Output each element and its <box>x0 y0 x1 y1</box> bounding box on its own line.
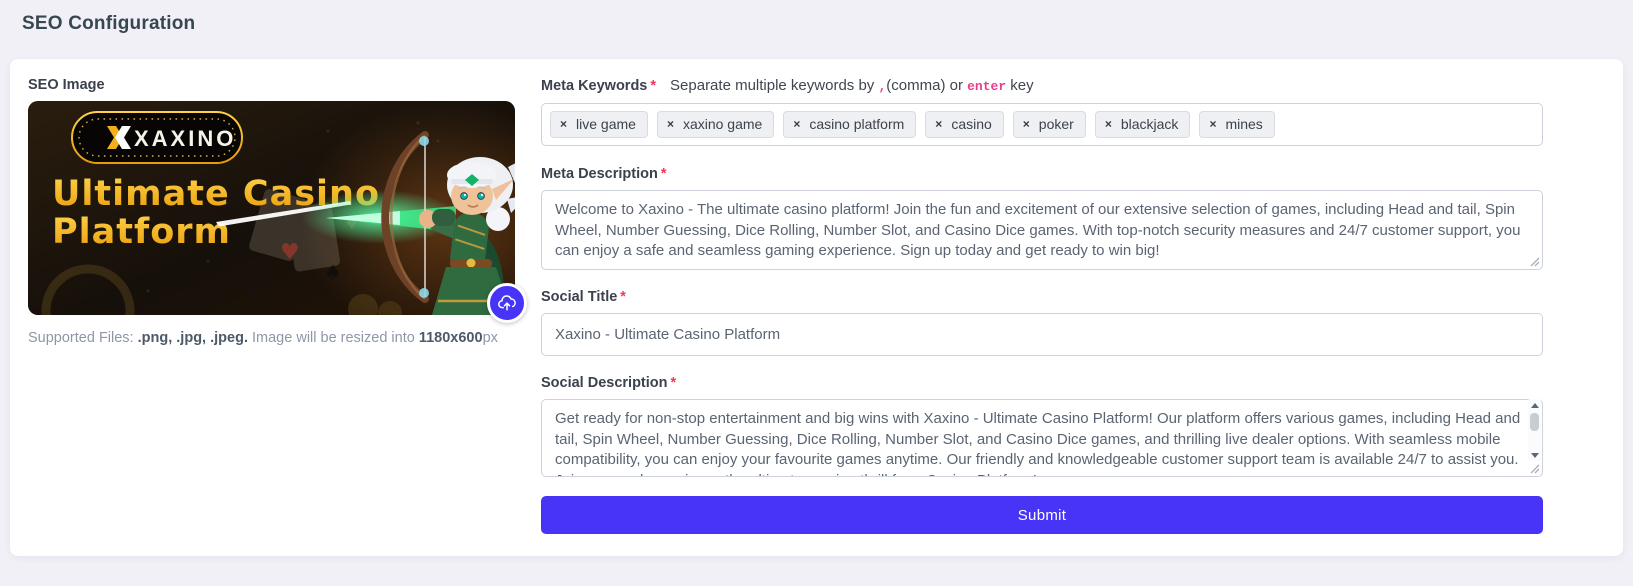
keyword-tag-label: casino <box>951 116 991 132</box>
seo-image-column: SEO Image <box>28 77 515 534</box>
keyword-tag[interactable]: × live game <box>550 111 648 138</box>
help-size: 1180x600 <box>419 330 483 346</box>
keyword-tag[interactable]: × casino platform <box>783 111 916 138</box>
hint-mid: (comma) or <box>886 77 967 94</box>
social-description-scrollbar[interactable] <box>1528 399 1541 461</box>
upload-image-button[interactable] <box>487 283 527 323</box>
keyword-tag-label: casino platform <box>809 116 904 132</box>
submit-button[interactable]: Submit <box>541 496 1543 534</box>
keyword-tag-label: poker <box>1039 116 1074 132</box>
seo-configuration-card: SEO Image <box>10 59 1623 556</box>
seo-image-preview: ♥ ♠ ♠ ♥ XAXINO <box>28 101 515 315</box>
help-prefix: Supported Files: <box>28 330 138 346</box>
banner-logo-text: XAXINO <box>134 126 236 151</box>
scroll-down-button[interactable] <box>1528 449 1541 461</box>
remove-tag-icon[interactable]: × <box>935 118 942 130</box>
meta-keywords-field[interactable]: × live game × xaxino game × casino platform × c… <box>541 103 1543 146</box>
svg-text:♠: ♠ <box>324 260 342 284</box>
keyword-tag[interactable]: × xaxino game <box>657 111 774 138</box>
resize-grip-icon[interactable] <box>1529 463 1540 474</box>
svg-text:♠: ♠ <box>246 282 261 302</box>
casino-banner-image: ♥ ♠ ♠ ♥ XAXINO <box>28 101 515 315</box>
triangle-down-icon <box>1531 453 1539 458</box>
social-description-label: Social Description* <box>541 375 1543 391</box>
required-asterisk: * <box>671 375 677 391</box>
social-description-input[interactable]: Get ready for non-stop entertainment and… <box>541 399 1543 477</box>
hint-prefix: Separate multiple keywords by <box>670 77 878 94</box>
seo-image-label: SEO Image <box>28 77 515 93</box>
triangle-up-icon <box>1531 403 1539 408</box>
meta-description-label-text: Meta Description <box>541 166 658 182</box>
cloud-upload-icon <box>497 293 517 313</box>
remove-tag-icon[interactable]: × <box>1209 118 1216 130</box>
help-file-types: .png, .jpg, .jpeg. <box>138 330 248 346</box>
help-suffix: px <box>483 330 498 346</box>
seo-form: Meta Keywords* Separate multiple keyword… <box>541 77 1543 534</box>
meta-description-label: Meta Description* <box>541 166 1543 182</box>
supported-files-help: Supported Files: .png, .jpg, .jpeg. Imag… <box>28 329 515 349</box>
required-asterisk: * <box>650 78 656 94</box>
remove-tag-icon[interactable]: × <box>1105 118 1112 130</box>
remove-tag-icon[interactable]: × <box>667 118 674 130</box>
remove-tag-icon[interactable]: × <box>1023 118 1030 130</box>
keyword-tag-label: blackjack <box>1121 116 1179 132</box>
meta-description-input[interactable]: Welcome to Xaxino - The ultimate casino … <box>541 190 1543 270</box>
meta-keywords-label-text: Meta Keywords <box>541 78 647 94</box>
remove-tag-icon[interactable]: × <box>560 118 567 130</box>
resize-grip-icon[interactable] <box>1529 256 1540 267</box>
banner-logo: XAXINO <box>72 112 242 163</box>
hint-suffix: key <box>1006 77 1034 94</box>
scrollbar-thumb[interactable] <box>1530 413 1539 431</box>
hint-enter-code: enter <box>967 79 1006 94</box>
keyword-tag-label: xaxino game <box>683 116 762 132</box>
keyword-tag[interactable]: × mines <box>1199 111 1274 138</box>
scroll-up-button[interactable] <box>1528 399 1541 411</box>
social-title-label-text: Social Title <box>541 289 617 305</box>
social-title-label: Social Title* <box>541 289 1543 305</box>
svg-text:♥: ♥ <box>280 240 300 265</box>
keyword-tag-label: mines <box>1225 116 1262 132</box>
required-asterisk: * <box>620 289 626 305</box>
meta-keywords-hint: Separate multiple keywords by ,(comma) o… <box>670 77 1034 94</box>
banner-headline-2: Platform <box>52 212 231 252</box>
help-middle: Image will be resized into <box>248 330 419 346</box>
keyword-tag[interactable]: × casino <box>925 111 1003 138</box>
social-title-input[interactable] <box>541 313 1543 356</box>
page-title: SEO Configuration <box>0 0 1633 35</box>
meta-keywords-label: Meta Keywords* <box>541 78 656 94</box>
remove-tag-icon[interactable]: × <box>793 118 800 130</box>
keyword-tag-label: live game <box>576 116 636 132</box>
required-asterisk: * <box>661 166 667 182</box>
keyword-tag[interactable]: × blackjack <box>1095 111 1191 138</box>
keyword-tag[interactable]: × poker <box>1013 111 1086 138</box>
social-description-label-text: Social Description <box>541 375 668 391</box>
